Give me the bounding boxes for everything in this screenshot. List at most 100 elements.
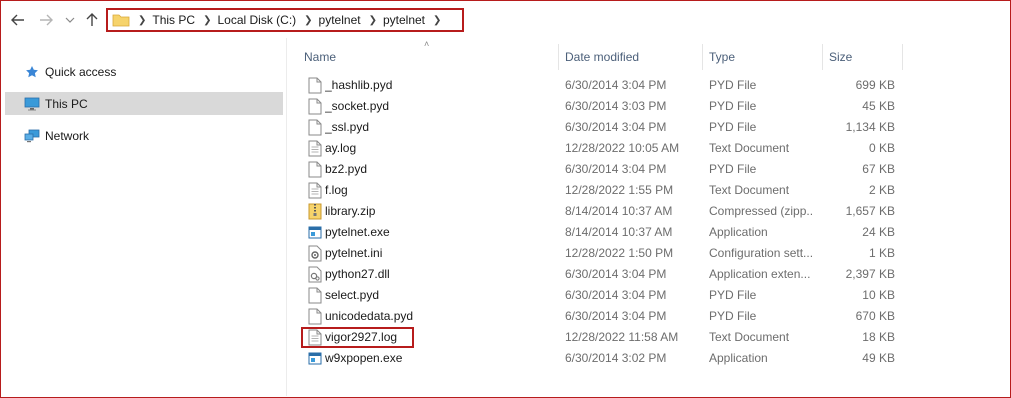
file-type: Configuration sett...: [709, 246, 814, 260]
breadcrumb-separator-icon: ❯: [203, 14, 212, 26]
file-type: Compressed (zipp...: [709, 204, 814, 218]
file-row[interactable]: unicodedata.pyd 6/30/2014 3:04 PM PYD File…: [300, 306, 900, 327]
highlight-box: [301, 327, 414, 348]
column-divider[interactable]: [702, 44, 703, 70]
breadcrumb-expand-icon[interactable]: ❯: [433, 15, 441, 26]
file-size: 67 KB: [862, 162, 895, 176]
file-name: pytelnet.ini: [325, 246, 383, 260]
file-name: python27.dll: [325, 267, 390, 281]
file-size: 2,397 KB: [845, 267, 895, 281]
column-header-name[interactable]: Name: [304, 44, 554, 70]
breadcrumb-pytelnet-current[interactable]: ❯ pytelnet ❯: [361, 10, 448, 30]
file-date-modified: 6/30/2014 3:04 PM: [565, 288, 667, 302]
file-type: Application exten...: [709, 267, 811, 281]
up-arrow-icon: [86, 13, 98, 26]
file-name: unicodedata.pyd: [325, 309, 414, 323]
column-header-size[interactable]: Size: [829, 44, 899, 70]
pane-splitter[interactable]: [286, 38, 287, 396]
file-name: bz2.pyd: [325, 162, 368, 176]
sidebar-item-network[interactable]: Network: [5, 124, 283, 147]
file-size: 0 KB: [868, 141, 895, 155]
file-size: 670 KB: [855, 309, 895, 323]
sidebar-item-quick-access[interactable]: Quick access: [5, 60, 283, 83]
breadcrumb-separator-icon: ❯: [304, 14, 313, 26]
file-date-modified: 6/30/2014 3:04 PM: [565, 120, 667, 134]
file-type: Application: [709, 351, 768, 365]
file-date-modified: 8/14/2014 10:37 AM: [565, 225, 673, 239]
file-size: 24 KB: [862, 225, 895, 239]
back-arrow-icon: [11, 14, 24, 26]
column-header-type[interactable]: Type: [709, 44, 819, 70]
file-date-modified: 12/28/2022 1:50 PM: [565, 246, 674, 260]
network-icon: [23, 128, 41, 144]
file-row[interactable]: _ssl.pyd 6/30/2014 3:04 PM PYD File 1,134 K…: [300, 117, 900, 138]
file-size: 1,134 KB: [845, 120, 895, 134]
file-date-modified: 6/30/2014 3:04 PM: [565, 162, 667, 176]
file-row[interactable]: pytelnet.ini 12/28/2022 1:50 PM Configurat…: [300, 243, 900, 264]
address-bar[interactable]: ❯ This PC ❯ Local Disk (C:) ❯ pytelnet ❯…: [106, 8, 464, 32]
file-name: library.zip: [325, 204, 376, 218]
file-name: _ssl.pyd: [325, 120, 370, 134]
file-name: _socket.pyd: [325, 99, 390, 113]
file-name: _hashlib.pyd: [325, 78, 393, 92]
back-button[interactable]: [8, 10, 28, 30]
column-divider[interactable]: [558, 44, 559, 70]
file-row[interactable]: pytelnet.exe 8/14/2014 10:37 AM Applicatio…: [300, 222, 900, 243]
breadcrumb-local-disk[interactable]: ❯ Local Disk (C:): [195, 10, 296, 30]
breadcrumb-this-pc[interactable]: ❯ This PC: [130, 10, 195, 30]
file-size: 1 KB: [868, 246, 895, 260]
forward-arrow-icon: [40, 14, 53, 26]
up-button[interactable]: [82, 10, 102, 30]
file-date-modified: 6/30/2014 3:02 PM: [565, 351, 667, 365]
file-date-modified: 8/14/2014 10:37 AM: [565, 204, 673, 218]
file-name: ay.log: [325, 141, 357, 155]
file-name: pytelnet.exe: [325, 225, 390, 239]
file-date-modified: 12/28/2022 10:05 AM: [565, 141, 680, 155]
file-name: w9xpopen.exe: [325, 351, 403, 365]
file-type: Text Document: [709, 183, 790, 197]
file-row[interactable]: f.log 12/28/2022 1:55 PM Text Document 2 KB: [300, 180, 900, 201]
file-date-modified: 12/28/2022 1:55 PM: [565, 183, 674, 197]
column-header-date-modified[interactable]: Date modified: [565, 44, 700, 70]
breadcrumb-separator-icon: ❯: [368, 14, 377, 26]
file-date-modified: 12/28/2022 11:58 AM: [565, 330, 679, 344]
file-type: Text Document: [709, 141, 790, 155]
breadcrumb-pytelnet-parent[interactable]: ❯ pytelnet: [296, 10, 360, 30]
file-type: PYD File: [709, 99, 757, 113]
file-row[interactable]: w9xpopen.exe 6/30/2014 3:02 PM Application…: [300, 348, 900, 369]
file-type: PYD File: [709, 309, 757, 323]
file-date-modified: 6/30/2014 3:04 PM: [565, 78, 667, 92]
file-row[interactable]: _socket.pyd 6/30/2014 3:03 PM PYD File 45 K…: [300, 96, 900, 117]
file-date-modified: 6/30/2014 3:03 PM: [565, 99, 667, 113]
file-row[interactable]: ay.log 12/28/2022 10:05 AM Text Document 0 …: [300, 138, 900, 159]
file-row[interactable]: bz2.pyd 6/30/2014 3:04 PM PYD File 67 KB: [300, 159, 900, 180]
file-date-modified: 6/30/2014 3:04 PM: [565, 309, 667, 323]
file-row[interactable]: python27.dll 6/30/2014 3:04 PM Application…: [300, 264, 900, 285]
file-size: 699 KB: [855, 78, 895, 92]
monitor-icon: [23, 96, 41, 112]
chevron-down-icon: [65, 17, 75, 23]
recent-locations-button[interactable]: [60, 10, 80, 30]
forward-button[interactable]: [36, 10, 56, 30]
file-size: 45 KB: [862, 99, 895, 113]
file-type: Application: [709, 225, 768, 239]
breadcrumb-separator-icon: ❯: [138, 14, 147, 26]
sidebar-item-this-pc[interactable]: This PC: [5, 92, 283, 115]
file-name: f.log: [325, 183, 348, 197]
file-type: PYD File: [709, 162, 757, 176]
file-size: 2 KB: [868, 183, 895, 197]
file-size: 18 KB: [862, 330, 895, 344]
file-row[interactable]: library.zip 8/14/2014 10:37 AM Compressed …: [300, 201, 900, 222]
file-name: select.pyd: [325, 288, 380, 302]
column-divider[interactable]: [822, 44, 823, 70]
star-icon: [23, 64, 41, 80]
navigation-bar: ❯ This PC ❯ Local Disk (C:) ❯ pytelnet ❯…: [0, 0, 1009, 38]
folder-icon: [112, 14, 130, 27]
file-size: 10 KB: [862, 288, 895, 302]
file-row[interactable]: _hashlib.pyd 6/30/2014 3:04 PM PYD File 699…: [300, 75, 900, 96]
file-type: PYD File: [709, 78, 757, 92]
file-row[interactable]: select.pyd 6/30/2014 3:04 PM PYD File 10 KB: [300, 285, 900, 306]
file-type: PYD File: [709, 120, 757, 134]
file-size: 49 KB: [862, 351, 895, 365]
column-divider[interactable]: [902, 44, 903, 70]
